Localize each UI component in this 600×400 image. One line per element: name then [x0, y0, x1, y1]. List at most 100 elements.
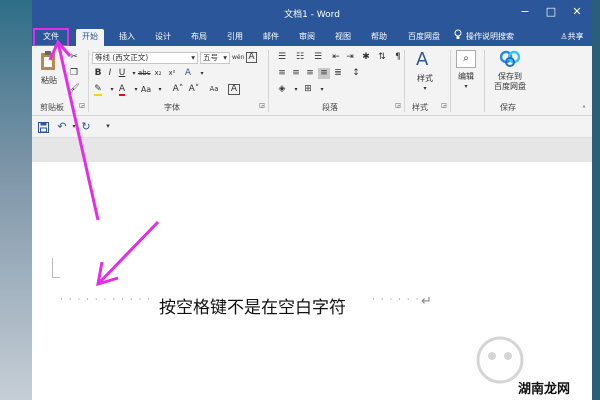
minimize-button[interactable]: −	[518, 5, 532, 19]
chevron-down-icon: ▾	[191, 53, 195, 62]
divider	[450, 50, 451, 112]
save-to-baidu-button[interactable]: 保存到 百度网盘	[488, 50, 532, 100]
chevron-down-icon: ▾	[464, 83, 468, 90]
sort-icon[interactable]: ⇅	[376, 52, 388, 63]
paste-label: 粘贴	[41, 76, 57, 85]
editing-button[interactable]: ⌕ 编辑 ▾	[452, 50, 480, 98]
copy-icon[interactable]: ❐	[68, 68, 80, 79]
collapse-ribbon-icon[interactable]: ˄	[578, 104, 590, 115]
highlight-icon[interactable]: ✎	[92, 84, 104, 96]
tab-design[interactable]: 设计	[150, 29, 176, 46]
font-size-select[interactable]: 五号 ▾	[200, 52, 230, 64]
customize-qat-button[interactable]: ▾	[102, 121, 114, 132]
cut-icon[interactable]: ✂	[68, 52, 80, 63]
underline-icon[interactable]: U	[116, 68, 128, 79]
quick-access-toolbar: ↶ ▾ ↻ ▾	[32, 116, 592, 138]
paragraph-launcher-icon[interactable]: ◲	[394, 102, 402, 110]
margin-corner-mark	[52, 258, 60, 278]
divider	[484, 50, 485, 112]
borders-icon[interactable]: ⊞	[302, 84, 314, 95]
phonetic-guide-icon[interactable]: Aa	[208, 84, 220, 95]
tab-layout[interactable]: 布局	[186, 29, 212, 46]
desktop-background-left	[0, 0, 32, 400]
distributed-icon[interactable]: ≣	[332, 68, 344, 79]
show-marks-icon[interactable]: ¶	[392, 52, 404, 63]
styles-icon: A	[416, 49, 429, 70]
align-center-icon[interactable]: ≡	[290, 68, 302, 79]
font-name-value: 等线 (西文正文)	[95, 53, 149, 62]
superscript-icon[interactable]: x²	[166, 68, 178, 79]
chinese-layout-icon[interactable]: ✱	[360, 52, 372, 63]
paragraph-mark: ↵	[421, 294, 432, 309]
decrease-indent-icon[interactable]: ⇤	[330, 52, 342, 63]
bullets-icon[interactable]: ☰	[276, 52, 288, 63]
char-border-icon[interactable]: A	[246, 52, 257, 63]
baidu-netdisk-icon	[500, 50, 520, 67]
chevron-down-icon[interactable]: ▾	[196, 68, 208, 79]
tab-insert[interactable]: 插入	[114, 29, 140, 46]
close-button[interactable]: ✕	[570, 5, 584, 19]
document-text[interactable]: 按空格键不是在空白字符	[159, 293, 346, 318]
strikethrough-icon[interactable]: abc	[138, 68, 151, 79]
ribbon-tab-bar: 文件 开始 插入 设计 布局 引用 邮件 审阅 视图 帮助 百度网盘 操作说明搜…	[32, 26, 592, 47]
grow-font-icon[interactable]: A˄	[172, 84, 184, 95]
person-icon: ♙	[560, 32, 568, 41]
chevron-down-icon[interactable]: ▾	[68, 121, 80, 132]
multilevel-list-icon[interactable]: ☰	[312, 52, 324, 63]
chevron-down-icon[interactable]: ▾	[290, 84, 302, 95]
increase-indent-icon[interactable]: ⇥	[344, 52, 356, 63]
tab-mailings[interactable]: 邮件	[258, 29, 284, 46]
numbering-icon[interactable]: ☷	[294, 52, 306, 63]
font-size-value: 五号	[203, 53, 218, 62]
wen-pinyin-icon[interactable]: wén	[232, 52, 244, 63]
undo-icon[interactable]: ↶	[56, 121, 68, 132]
desktop-background-right	[592, 0, 600, 400]
save-to-label-1: 保存到	[498, 72, 522, 81]
subscript-icon[interactable]: x₂	[152, 68, 164, 79]
chevron-down-icon: ▾	[223, 53, 227, 62]
align-left-icon[interactable]: ≡	[276, 68, 288, 79]
font-color-icon[interactable]: A	[116, 84, 128, 96]
tab-baidu-netdisk[interactable]: 百度网盘	[404, 29, 444, 46]
paste-button[interactable]: 粘贴	[38, 50, 60, 90]
tell-me-search[interactable]: 操作说明搜索	[466, 29, 526, 46]
clipboard-group-label: 剪贴板	[40, 103, 64, 112]
text-effects-icon[interactable]: A	[182, 68, 194, 79]
share-button[interactable]: ♙共享	[554, 29, 590, 46]
tab-help[interactable]: 帮助	[366, 29, 392, 46]
clipboard-icon	[41, 51, 55, 70]
ribbon-home: 粘贴 ✂ ❐ 🖌 剪贴板 ◲ 等线 (西文正文) ▾ 五号 ▾ wén A B …	[32, 46, 592, 116]
styles-label: 样式	[417, 74, 433, 83]
redo-icon[interactable]: ↻	[80, 121, 92, 132]
font-group-label: 字体	[164, 103, 180, 112]
clipboard-launcher-icon[interactable]: ◲	[78, 102, 86, 110]
tab-view[interactable]: 视图	[330, 29, 356, 46]
search-icon: ⌕	[456, 50, 476, 68]
shrink-font-icon[interactable]: A˅	[188, 84, 200, 95]
divider	[88, 50, 89, 112]
bold-icon[interactable]: B	[92, 68, 104, 79]
styles-launcher-icon[interactable]: ◲	[440, 102, 448, 110]
styles-button[interactable]: A 样式 ▾	[410, 50, 440, 98]
line-spacing-icon[interactable]: ↕	[350, 68, 362, 79]
styles-group-label: 样式	[412, 103, 428, 112]
format-painter-icon[interactable]: 🖌	[68, 84, 80, 95]
font-name-select[interactable]: 等线 (西文正文) ▾	[92, 52, 198, 64]
save-icon[interactable]	[38, 122, 49, 133]
enclose-char-icon[interactable]: A	[228, 84, 240, 95]
align-right-icon[interactable]: ≡	[304, 68, 316, 79]
editing-label: 编辑	[458, 72, 474, 81]
tab-file[interactable]: 文件	[33, 28, 69, 47]
maximize-button[interactable]: □	[544, 5, 558, 19]
justify-icon[interactable]: ≡	[318, 68, 330, 79]
tab-review[interactable]: 审阅	[294, 29, 320, 46]
change-case-icon[interactable]: Aa	[140, 84, 152, 95]
font-launcher-icon[interactable]: ◲	[258, 102, 266, 110]
tab-references[interactable]: 引用	[222, 29, 248, 46]
chevron-down-icon[interactable]: ▾	[154, 84, 166, 95]
save-to-label-2: 百度网盘	[494, 82, 526, 91]
italic-icon[interactable]: I	[104, 68, 116, 79]
chevron-down-icon[interactable]: ▾	[316, 84, 328, 95]
shading-icon[interactable]: ◈	[276, 84, 288, 95]
tab-home[interactable]: 开始	[76, 29, 104, 46]
